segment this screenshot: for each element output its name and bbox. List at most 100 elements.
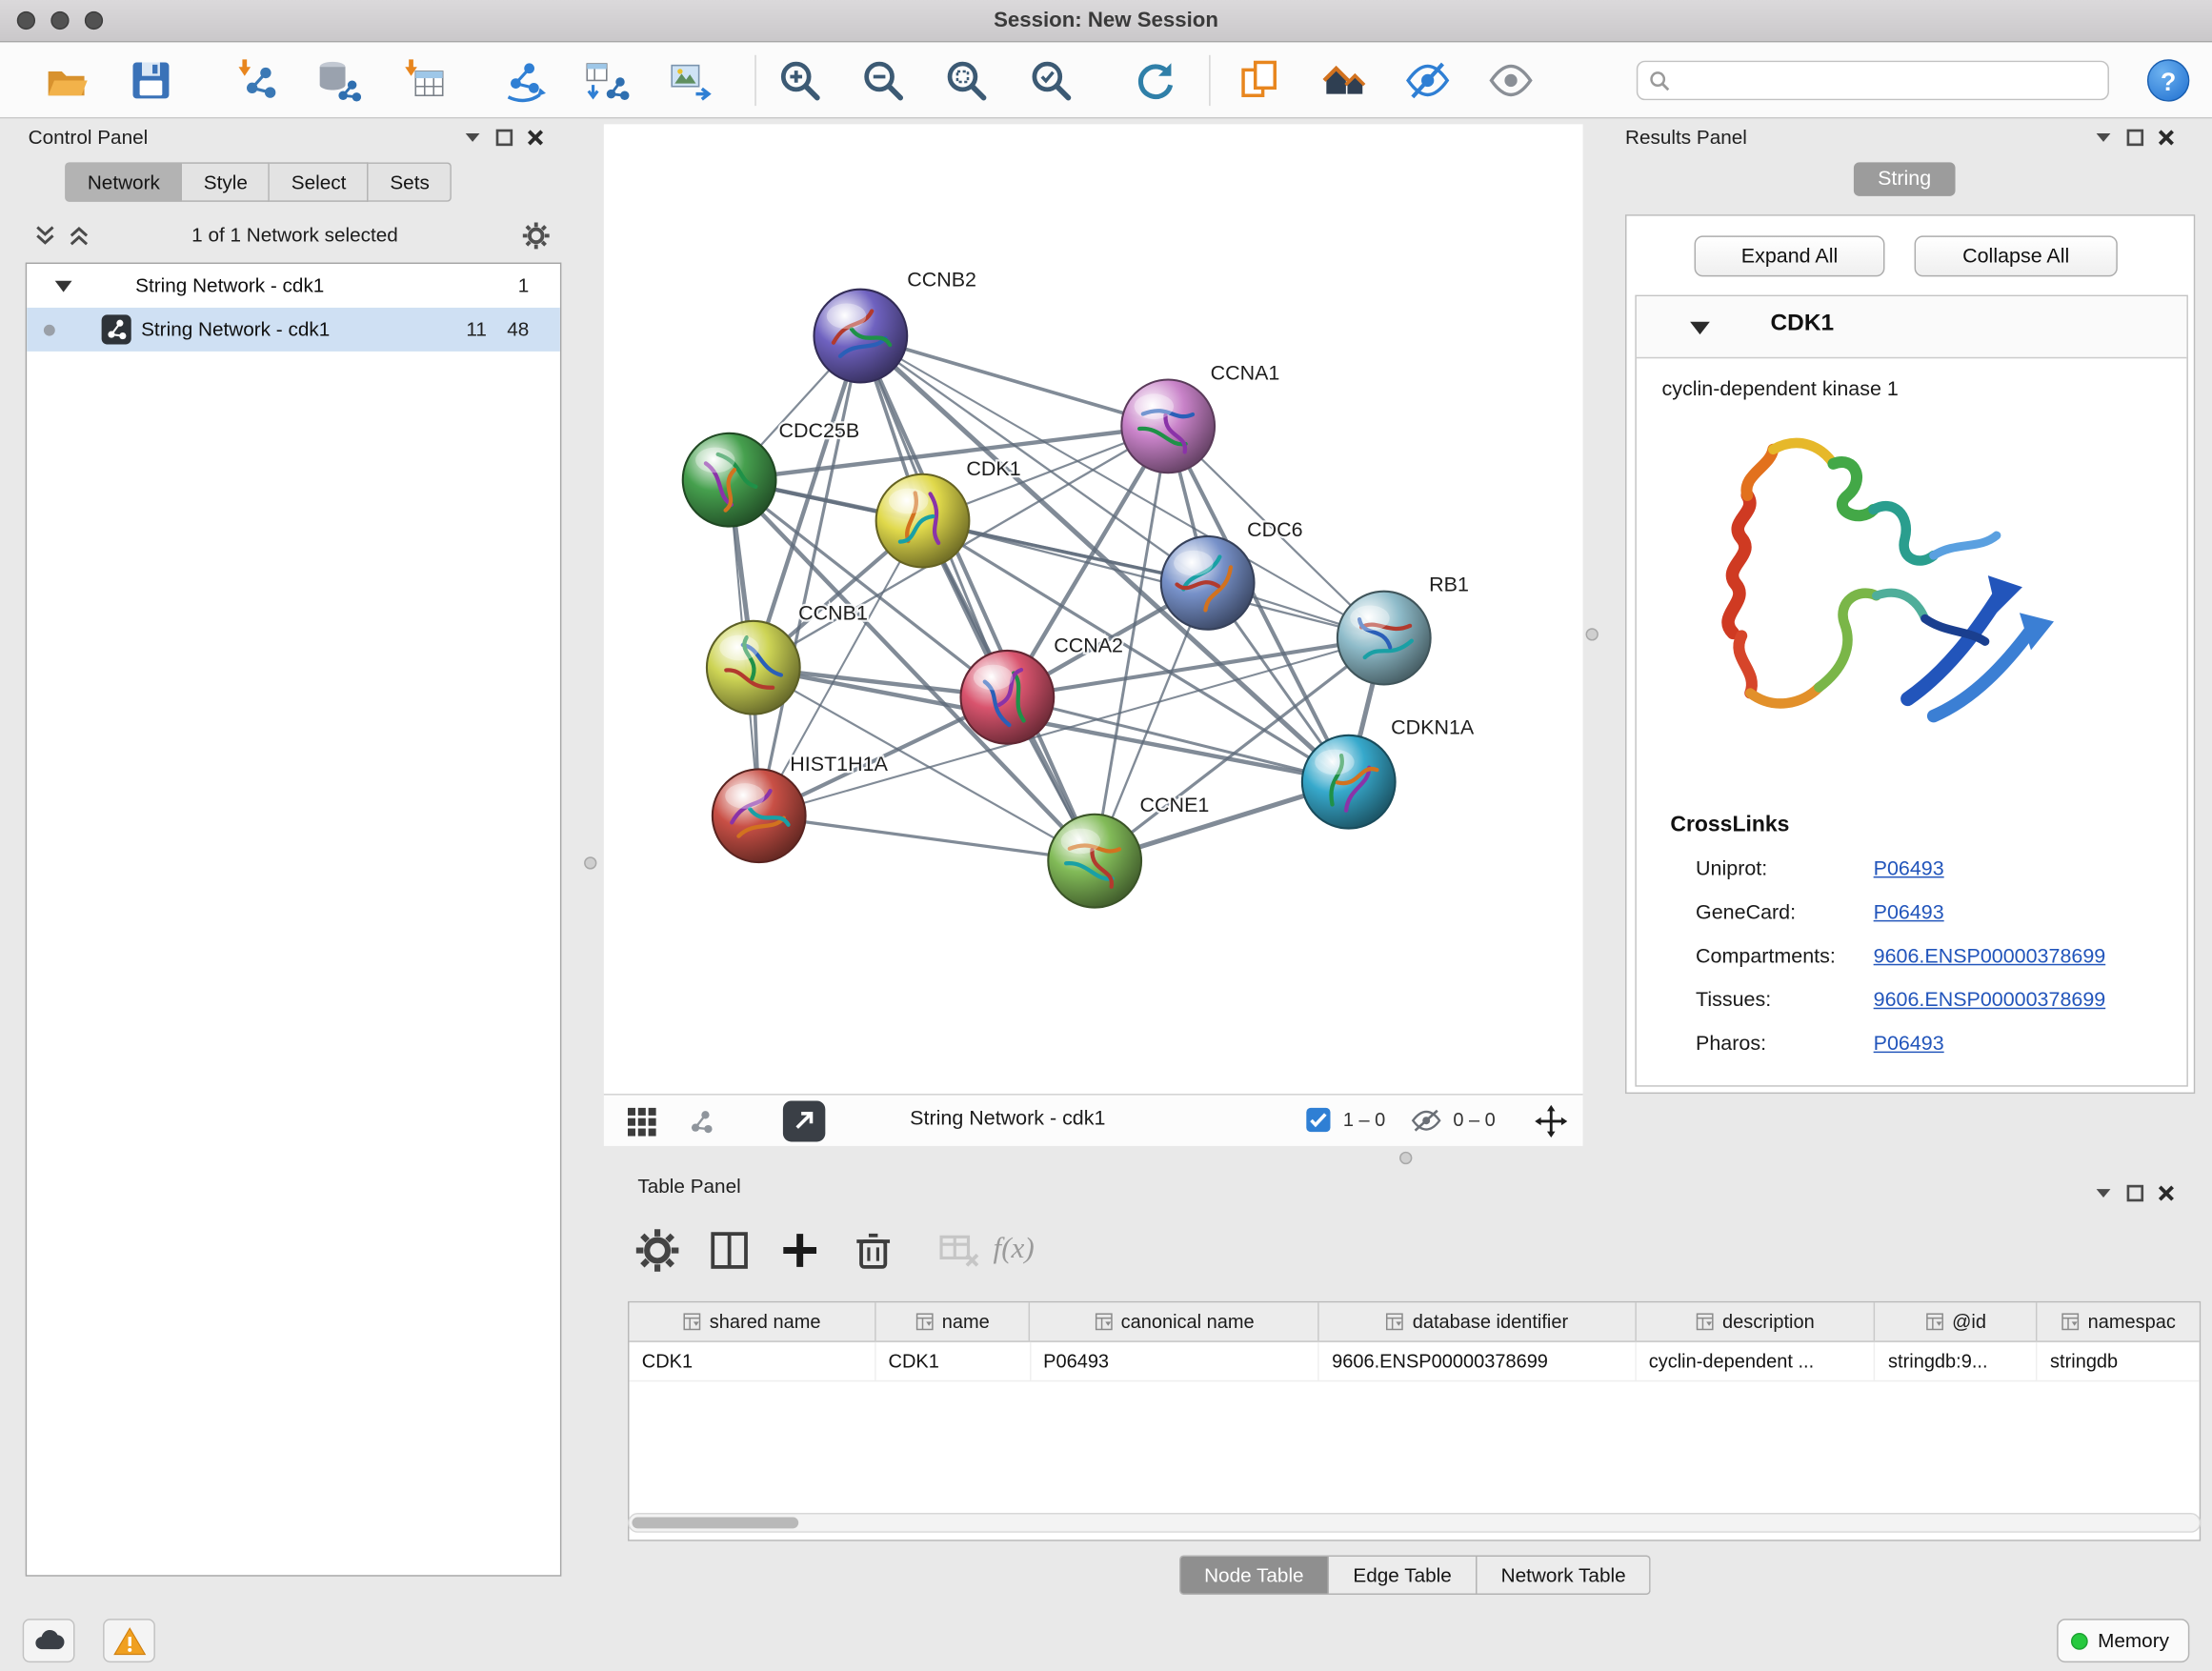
export-image-button[interactable] [665, 55, 715, 106]
column-header-description[interactable]: description [1636, 1302, 1875, 1340]
crosslink-link[interactable]: 9606.ENSP00000378699 [1874, 989, 2106, 1012]
crosslink-link[interactable]: 9606.ENSP00000378699 [1874, 946, 2106, 969]
show-columns-button[interactable] [701, 1222, 757, 1278]
network-canvas[interactable]: CCNB2CCNA1CDC25BCDK1CDC6RB1CCNB1CCNA2CDK… [604, 124, 1583, 1094]
show-all-button[interactable] [1485, 55, 1536, 106]
node-table[interactable]: shared name name canonical name database… [628, 1301, 2201, 1541]
panel-close-icon[interactable] [526, 128, 544, 146]
column-header-name[interactable]: name [875, 1302, 1031, 1340]
tab-network[interactable]: Network [65, 162, 182, 201]
open-session-button[interactable] [41, 55, 91, 106]
delete-column-button[interactable] [845, 1222, 901, 1278]
network-edge[interactable] [759, 815, 1095, 860]
network-and-table-button[interactable] [581, 55, 632, 106]
clear-table-button-disabled[interactable] [931, 1222, 987, 1278]
network-edge[interactable] [759, 336, 861, 816]
panel-menu-chevron-icon[interactable] [2094, 1182, 2114, 1202]
column-header-namespace[interactable]: namespac [2038, 1302, 2200, 1340]
scrollbar-thumb[interactable] [632, 1518, 798, 1529]
network-node-ccna1[interactable] [1121, 379, 1215, 473]
cell-database-identifier[interactable]: 9606.ENSP00000378699 [1319, 1342, 1637, 1380]
column-header-id[interactable]: @id [1876, 1302, 2038, 1340]
network-node-cdkn1a[interactable] [1302, 735, 1396, 829]
network-node-ccnb2[interactable] [814, 290, 907, 383]
panel-menu-chevron-icon[interactable] [2094, 127, 2114, 147]
hide-selection-button[interactable] [1402, 55, 1453, 106]
crosslink-link[interactable]: P06493 [1874, 902, 1944, 925]
tab-sets[interactable]: Sets [369, 162, 452, 201]
network-node-ccne1[interactable] [1048, 815, 1141, 908]
splitter-handle[interactable] [1399, 1152, 1412, 1164]
panel-close-icon[interactable] [2157, 128, 2175, 146]
warnings-button[interactable] [103, 1619, 155, 1662]
zoom-selected-button[interactable] [1026, 55, 1076, 106]
splitter-handle[interactable] [1586, 628, 1599, 640]
zoom-fit-button[interactable] [941, 55, 992, 106]
cell-name[interactable]: CDK1 [875, 1342, 1031, 1380]
network-collection-row[interactable]: String Network - cdk1 1 [27, 264, 560, 308]
network-node-ccnb1[interactable] [707, 621, 800, 715]
pan-move-icon[interactable] [1535, 1105, 1567, 1137]
collapse-all-button[interactable]: Collapse All [1915, 235, 2118, 276]
selected-counts-checkbox[interactable] [1306, 1108, 1330, 1132]
help-button[interactable]: ? [2147, 59, 2189, 101]
panel-close-icon[interactable] [2157, 1183, 2175, 1201]
hidden-eye-slash-icon[interactable] [1411, 1108, 1442, 1134]
add-column-button[interactable] [772, 1222, 828, 1278]
network-node-hist1h1a[interactable] [713, 769, 806, 862]
crosslink-link[interactable]: P06493 [1874, 1033, 1944, 1056]
network-edge[interactable] [923, 521, 1384, 638]
tab-edge-table[interactable]: Edge Table [1329, 1556, 1477, 1595]
zoom-out-button[interactable] [857, 55, 908, 106]
table-row[interactable]: CDK1 CDK1 P06493 9606.ENSP00000378699 cy… [629, 1342, 2199, 1381]
share-view-icon[interactable] [686, 1106, 717, 1137]
function-builder-button[interactable]: f(x) [994, 1231, 1035, 1266]
disclosure-triangle-icon[interactable] [55, 281, 72, 292]
column-header-canonical-name[interactable]: canonical name [1031, 1302, 1319, 1340]
import-network-database-button[interactable] [313, 55, 364, 106]
birds-eye-toggle-button[interactable] [783, 1100, 825, 1141]
copy-button[interactable] [1235, 55, 1285, 106]
save-session-button[interactable] [126, 55, 176, 106]
network-node-cdc25b[interactable] [683, 433, 776, 527]
network-node-ccna2[interactable] [960, 651, 1054, 744]
cell-description[interactable]: cyclin-dependent ... [1636, 1342, 1875, 1380]
results-tab-string[interactable]: String [1854, 162, 1955, 196]
cell-namespace[interactable]: stringdb [2038, 1342, 2200, 1380]
entry-disclosure-triangle-icon[interactable] [1690, 322, 1710, 334]
grid-view-icon[interactable] [627, 1106, 658, 1137]
network-node-rb1[interactable] [1337, 592, 1431, 685]
panel-menu-chevron-icon[interactable] [463, 127, 483, 147]
column-header-database-identifier[interactable]: database identifier [1319, 1302, 1637, 1340]
panel-float-icon[interactable] [2126, 1183, 2144, 1201]
network-node-cdc6[interactable] [1161, 536, 1255, 630]
tab-node-table[interactable]: Node Table [1178, 1556, 1329, 1595]
panel-float-icon[interactable] [2126, 128, 2144, 146]
horizontal-scrollbar[interactable] [628, 1513, 2201, 1533]
gear-icon[interactable] [522, 222, 551, 251]
panel-float-icon[interactable] [495, 128, 513, 146]
expand-all-button[interactable]: Expand All [1695, 235, 1885, 276]
birds-eye-view-button[interactable] [1319, 55, 1370, 106]
crosslink-link[interactable]: P06493 [1874, 858, 1944, 881]
tab-style[interactable]: Style [183, 162, 271, 201]
column-header-shared-name[interactable]: shared name [629, 1302, 875, 1340]
zoom-in-button[interactable] [774, 55, 825, 106]
memory-button[interactable]: Memory [2057, 1619, 2189, 1662]
network-row[interactable]: String Network - cdk1 11 48 [27, 308, 560, 352]
cell-shared-name[interactable]: CDK1 [629, 1342, 875, 1380]
protein-entry-header[interactable]: CDK1 [1637, 296, 2187, 358]
network-from-selection-button[interactable] [499, 55, 550, 106]
apply-layout-button[interactable] [1130, 55, 1180, 106]
import-network-file-button[interactable] [232, 55, 283, 106]
cloud-status-button[interactable] [23, 1619, 75, 1662]
network-edge[interactable] [860, 336, 1095, 861]
search-input[interactable] [1679, 70, 2096, 92]
splitter-handle[interactable] [584, 856, 596, 869]
cell-canonical-name[interactable]: P06493 [1031, 1342, 1319, 1380]
table-settings-button[interactable] [629, 1222, 685, 1278]
network-node-cdk1[interactable] [876, 474, 970, 568]
tab-network-table[interactable]: Network Table [1477, 1556, 1651, 1595]
cell-id[interactable]: stringdb:9... [1876, 1342, 2038, 1380]
import-table-file-button[interactable] [399, 55, 450, 106]
